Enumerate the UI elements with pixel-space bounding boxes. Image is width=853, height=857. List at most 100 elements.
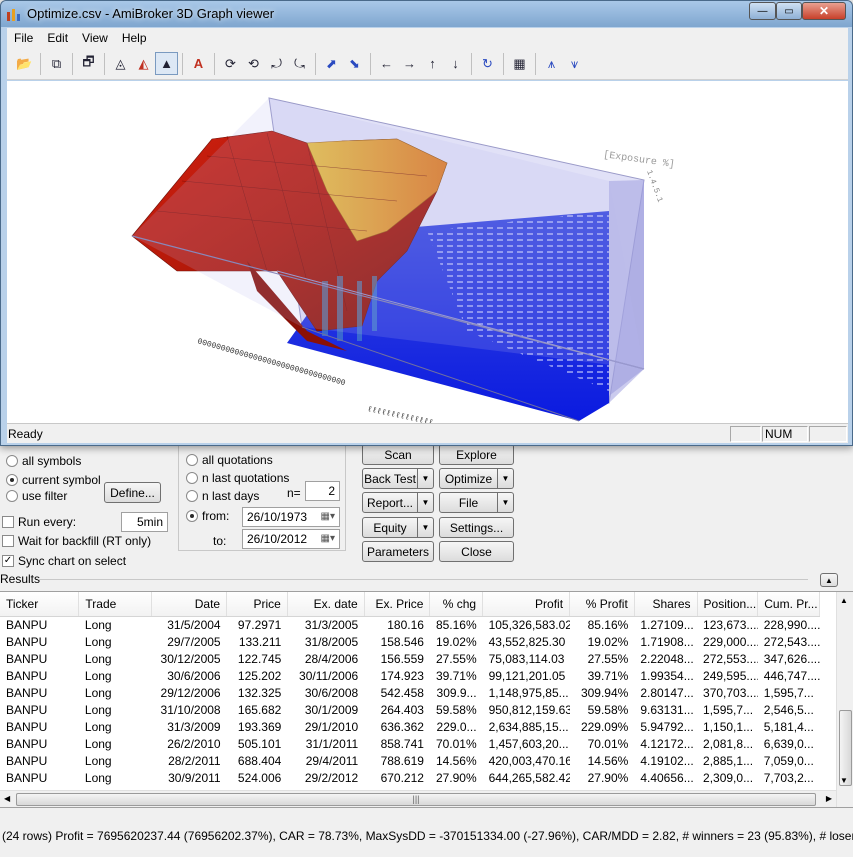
- run-every-checkbox[interactable]: Run every:: [2, 515, 76, 529]
- reset-view-icon[interactable]: ↻: [476, 52, 499, 75]
- to-date-picker[interactable]: 26/10/2012 ▦▾: [242, 529, 340, 549]
- results-table[interactable]: Ticker Trade Date Price Ex. date Ex. Price% c…: [0, 591, 853, 808]
- menu-help[interactable]: Help: [115, 31, 154, 45]
- rotate-x-rev-icon[interactable]: ⟲: [242, 52, 265, 75]
- file-label[interactable]: File: [439, 492, 498, 513]
- rotate-y-icon[interactable]: ⤾: [265, 52, 288, 75]
- solid-icon[interactable]: ◭: [132, 52, 155, 75]
- table-row[interactable]: BANPU Long 28/2/2011 688.404 29/4/2011 788.61…: [0, 752, 820, 769]
- radio-current-symbol[interactable]: current symbol: [6, 473, 101, 487]
- table-row[interactable]: BANPU Long 31/5/2004 97.2971 31/3/2005 180.16…: [0, 616, 820, 633]
- table-cell: 272,553....: [703, 651, 758, 666]
- table-row[interactable]: BANPU Long 31/10/2008 165.682 30/1/2009 264.4…: [0, 701, 820, 718]
- shaded-icon[interactable]: ▲: [155, 52, 178, 75]
- column-header[interactable]: Profit: [482, 592, 571, 617]
- close-window-button[interactable]: ✕: [802, 2, 846, 20]
- from-date-picker[interactable]: 26/10/1973 ▦▾: [242, 507, 340, 527]
- rotate-y-rev-icon[interactable]: ⤿: [288, 52, 311, 75]
- table-row[interactable]: BANPU Long 30/6/2006 125.202 30/11/2006 174.9…: [0, 667, 820, 684]
- radio-n-last-days[interactable]: n last days: [186, 489, 259, 503]
- column-header[interactable]: Ticker: [0, 592, 80, 617]
- grid-icon[interactable]: ▦: [508, 52, 531, 75]
- toolbar-separator: [72, 52, 73, 75]
- column-header[interactable]: Trade: [78, 592, 153, 617]
- dropdown-arrow-icon[interactable]: ▼: [418, 468, 434, 489]
- zoom-in-icon[interactable]: ⬈: [320, 52, 343, 75]
- table-row[interactable]: BANPU Long 31/3/2009 193.369 29/1/2010 636.36…: [0, 718, 820, 735]
- column-header[interactable]: Position...: [697, 592, 759, 617]
- column-header[interactable]: Price: [226, 592, 288, 617]
- table-row[interactable]: BANPU Long 29/7/2005 133.211 31/8/2005 158.54…: [0, 633, 820, 650]
- 3d-graph-viewport[interactable]: 00000000000000000000000000000000 ℓℓℓℓℓℓℓ…: [7, 81, 848, 423]
- column-header[interactable]: Ex. Price: [364, 592, 431, 617]
- table-row[interactable]: BANPU Long 30/12/2005 122.745 28/4/2006 156.5…: [0, 650, 820, 667]
- equity-button[interactable]: Equity ▼: [362, 517, 434, 538]
- optimize-button[interactable]: Optimize ▼: [439, 468, 514, 489]
- scroll-thumb[interactable]: [839, 710, 852, 786]
- optimize-label[interactable]: Optimize: [439, 468, 498, 489]
- column-header[interactable]: Cum. Pr...: [757, 592, 820, 617]
- dropdown-arrow-icon[interactable]: ▼: [418, 517, 434, 538]
- scan-button[interactable]: Scan: [362, 444, 434, 465]
- arrow-down-icon[interactable]: ↓: [444, 52, 467, 75]
- scroll-left-icon[interactable]: ◀: [4, 794, 10, 803]
- radio-from[interactable]: from:: [186, 509, 229, 523]
- labels-icon[interactable]: A: [187, 52, 210, 75]
- open-icon[interactable]: 📂: [13, 52, 36, 75]
- minimize-button[interactable]: —: [749, 2, 776, 20]
- horizontal-scrollbar[interactable]: ◀ ||| ▶: [0, 790, 836, 807]
- table-cell: BANPU: [6, 651, 48, 666]
- sync-chart-checkbox[interactable]: ✓ Sync chart on select: [2, 554, 126, 568]
- arrow-left-icon[interactable]: ←: [375, 52, 398, 75]
- arrow-up-icon[interactable]: ↑: [421, 52, 444, 75]
- file-button[interactable]: File ▼: [439, 492, 514, 513]
- collapse-results-button[interactable]: ▲: [820, 573, 838, 587]
- column-header[interactable]: Ex. date: [287, 592, 365, 617]
- menu-view[interactable]: View: [75, 31, 115, 45]
- radio-all-quotations[interactable]: all quotations: [186, 453, 273, 467]
- explore-button[interactable]: Explore: [439, 444, 514, 465]
- column-header[interactable]: % chg: [429, 592, 484, 617]
- vertical-scrollbar[interactable]: ▲ ▼: [836, 592, 853, 807]
- radio-n-last-quotations[interactable]: n last quotations: [186, 471, 289, 485]
- n-input[interactable]: 2: [305, 481, 340, 501]
- report-label[interactable]: Report...: [362, 492, 418, 513]
- dropdown-arrow-icon[interactable]: ▼: [498, 492, 514, 513]
- parameters-button[interactable]: Parameters: [362, 541, 434, 562]
- export-icon[interactable]: 🗗: [77, 52, 100, 75]
- scroll-up-icon[interactable]: ▲: [840, 596, 848, 605]
- table-row[interactable]: BANPU Long 30/9/2011 524.006 29/2/2012 670.21…: [0, 769, 820, 786]
- menu-edit[interactable]: Edit: [40, 31, 75, 45]
- radio-use-filter[interactable]: use filter: [6, 489, 67, 503]
- back-test-label[interactable]: Back Test: [362, 468, 418, 489]
- scroll-down-icon[interactable]: ▼: [840, 776, 848, 785]
- settings-button[interactable]: Settings...: [439, 517, 514, 538]
- maximize-button[interactable]: ▭: [776, 2, 802, 20]
- column-header[interactable]: % Profit: [569, 592, 635, 617]
- title-bar[interactable]: Optimize.csv - AmiBroker 3D Graph viewer…: [1, 1, 852, 27]
- column-header[interactable]: Date: [151, 592, 228, 617]
- define-button[interactable]: Define...: [104, 482, 161, 503]
- zoom-out-icon[interactable]: ⬊: [343, 52, 366, 75]
- flatten-icon[interactable]: ⩚: [540, 52, 563, 75]
- equity-label[interactable]: Equity: [362, 517, 418, 538]
- arrow-right-icon[interactable]: →: [398, 52, 421, 75]
- scroll-right-icon[interactable]: ▶: [826, 794, 832, 803]
- dropdown-arrow-icon[interactable]: ▼: [498, 468, 514, 489]
- rotate-x-icon[interactable]: ⟳: [219, 52, 242, 75]
- menu-file[interactable]: File: [7, 31, 40, 45]
- table-row[interactable]: BANPU Long 29/12/2006 132.325 30/6/2008 542.4…: [0, 684, 820, 701]
- close-button[interactable]: Close: [439, 541, 514, 562]
- radio-all-symbols[interactable]: all symbols: [6, 454, 81, 468]
- wait-backfill-checkbox[interactable]: Wait for backfill (RT only): [2, 534, 151, 548]
- dropdown-arrow-icon[interactable]: ▼: [418, 492, 434, 513]
- column-header[interactable]: Shares: [634, 592, 698, 617]
- run-every-input[interactable]: 5min: [121, 512, 168, 532]
- report-button[interactable]: Report... ▼: [362, 492, 434, 513]
- back-test-button[interactable]: Back Test ▼: [362, 468, 434, 489]
- mesh-icon[interactable]: ◬: [109, 52, 132, 75]
- copy-icon[interactable]: ⧉: [45, 52, 68, 75]
- table-row[interactable]: BANPU Long 26/2/2010 505.101 31/1/2011 858.74…: [0, 735, 820, 752]
- scroll-thumb-h[interactable]: |||: [16, 793, 816, 806]
- surface-icon[interactable]: ⩛: [563, 52, 586, 75]
